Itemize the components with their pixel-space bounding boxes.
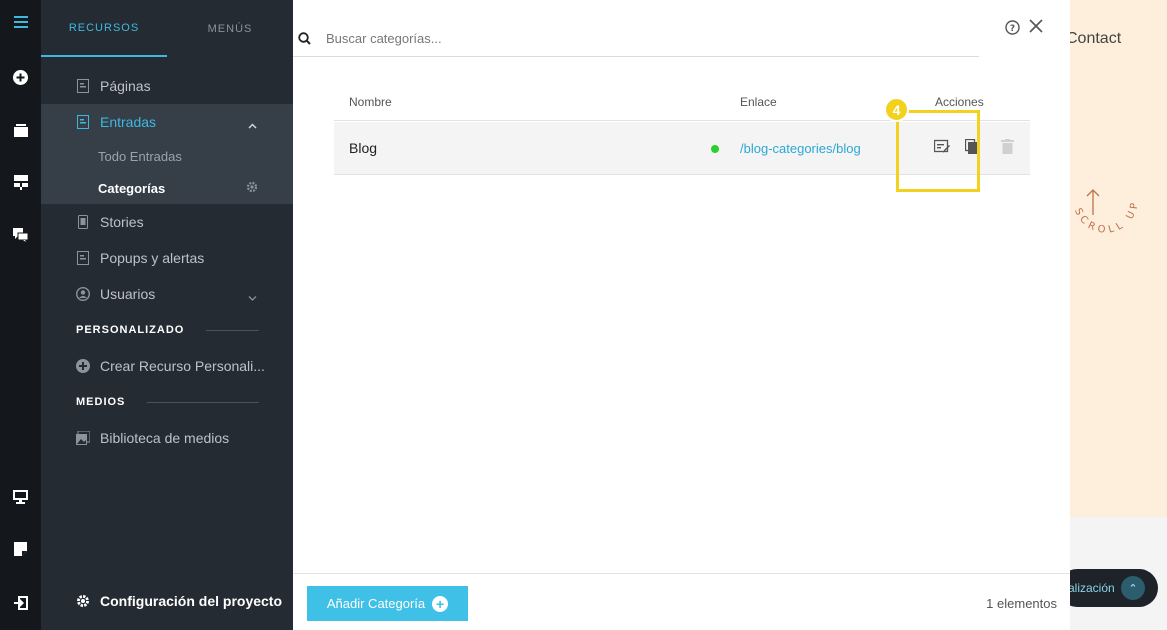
sidebar-item-label: Categorías bbox=[98, 180, 166, 196]
sidebar-item-popups[interactable]: Popups y alertas bbox=[41, 240, 293, 276]
desktop-preview-icon[interactable] bbox=[0, 482, 41, 512]
entradas-group: Entradas Todo Entradas Categorías bbox=[41, 104, 293, 204]
user-icon bbox=[76, 287, 90, 301]
notes-icon[interactable] bbox=[0, 534, 41, 564]
categories-panel: ? Nombre Enlace Acciones Blog /blog-cate… bbox=[293, 0, 1070, 630]
trash-icon[interactable] bbox=[1001, 139, 1014, 159]
add-circle-icon[interactable] bbox=[0, 62, 41, 92]
svg-text:SCROLL UP: SCROLL UP bbox=[1072, 199, 1141, 236]
sidebar-subitem-todo-entradas[interactable]: Todo Entradas bbox=[41, 140, 293, 172]
sidebar-item-crear-recurso[interactable]: Crear Recurso Personali... bbox=[41, 348, 293, 384]
components-icon[interactable] bbox=[0, 167, 41, 197]
background-contact-link: Contact bbox=[1070, 30, 1122, 47]
column-header-acciones: Acciones bbox=[935, 95, 984, 109]
add-circle-icon bbox=[76, 359, 90, 373]
sidebar-item-label: Stories bbox=[100, 214, 144, 230]
background-website: Contact SCROLL UP bbox=[1070, 0, 1167, 630]
close-icon[interactable] bbox=[1028, 18, 1044, 39]
sidebar-item-entradas[interactable]: Entradas bbox=[41, 104, 293, 140]
add-category-button[interactable]: Añadir Categoría + bbox=[307, 586, 468, 621]
sidebar-item-label: Crear Recurso Personali... bbox=[100, 358, 265, 374]
image-library-icon bbox=[76, 431, 90, 445]
search-icon bbox=[298, 31, 311, 45]
project-settings-link[interactable]: Configuración del proyecto bbox=[41, 588, 282, 614]
page-icon bbox=[76, 115, 90, 129]
sidebar-tabs: RECURSOS MENÚS bbox=[41, 0, 293, 57]
sidebar-item-paginas[interactable]: Páginas bbox=[41, 68, 293, 104]
search-bar bbox=[293, 20, 979, 57]
section-personalizado: PERSONALIZADO bbox=[41, 312, 293, 348]
column-header-nombre[interactable]: Nombre bbox=[349, 95, 392, 109]
chevron-up-icon bbox=[248, 116, 257, 132]
tutorial-step-badge: 4 bbox=[884, 97, 909, 122]
category-link[interactable]: /blog-categories/blog bbox=[740, 141, 861, 156]
chevron-up-icon[interactable]: ⌃ bbox=[1121, 576, 1145, 600]
sidebar-item-label: Páginas bbox=[100, 78, 151, 94]
search-input[interactable] bbox=[326, 30, 926, 46]
icon-rail bbox=[0, 0, 41, 630]
tab-recursos[interactable]: RECURSOS bbox=[41, 0, 167, 57]
tab-menus[interactable]: MENÚS bbox=[167, 0, 293, 57]
panel-footer: Añadir Categoría + 1 elementos bbox=[293, 573, 1070, 630]
page-icon bbox=[76, 79, 90, 93]
project-settings-label: Configuración del proyecto bbox=[100, 593, 283, 609]
sidebar-item-label: Popups y alertas bbox=[100, 250, 205, 266]
publish-pill[interactable]: alización ⌃ bbox=[1058, 569, 1158, 607]
section-medios: MEDIOS bbox=[41, 384, 293, 420]
sidebar-item-label: Entradas bbox=[100, 114, 157, 130]
plus-circle-icon: + bbox=[432, 595, 449, 612]
sidebar-item-label: Usuarios bbox=[100, 286, 156, 302]
chevron-down-icon bbox=[248, 288, 257, 304]
scroll-up-badge: SCROLL UP bbox=[1072, 189, 1141, 236]
pages-stack-icon[interactable] bbox=[0, 115, 41, 145]
section-title: MEDIOS bbox=[76, 396, 126, 408]
sidebar-item-stories[interactable]: Stories bbox=[41, 204, 293, 240]
sidebar-item-label: Biblioteca de medios bbox=[100, 430, 230, 446]
scroll-up-text: SCROLL UP bbox=[1072, 199, 1137, 236]
gear-icon bbox=[76, 594, 90, 608]
add-category-label: Añadir Categoría bbox=[326, 596, 426, 611]
gear-icon[interactable] bbox=[246, 181, 258, 196]
sidebar-subitem-categorias[interactable]: Categorías bbox=[41, 172, 293, 204]
help-icon[interactable]: ? bbox=[1005, 20, 1020, 40]
tutorial-highlight-box bbox=[896, 110, 980, 192]
comments-icon[interactable] bbox=[0, 220, 41, 250]
story-icon bbox=[76, 215, 90, 229]
resources-sidebar: RECURSOS MENÚS Páginas Entradas Todo Ent… bbox=[41, 0, 293, 630]
pill-label: alización bbox=[1068, 581, 1115, 595]
section-title: PERSONALIZADO bbox=[76, 324, 185, 336]
items-count: 1 elementos bbox=[986, 596, 1057, 611]
svg-text:?: ? bbox=[1010, 24, 1015, 34]
logout-icon[interactable] bbox=[0, 588, 41, 618]
page-icon bbox=[76, 251, 90, 265]
sidebar-item-biblioteca[interactable]: Biblioteca de medios bbox=[41, 420, 293, 456]
column-header-enlace[interactable]: Enlace bbox=[740, 95, 777, 109]
sidebar-item-usuarios[interactable]: Usuarios bbox=[41, 276, 293, 312]
category-name[interactable]: Blog bbox=[349, 140, 377, 156]
status-dot bbox=[711, 145, 719, 153]
hamburger-menu-icon[interactable] bbox=[0, 7, 41, 37]
